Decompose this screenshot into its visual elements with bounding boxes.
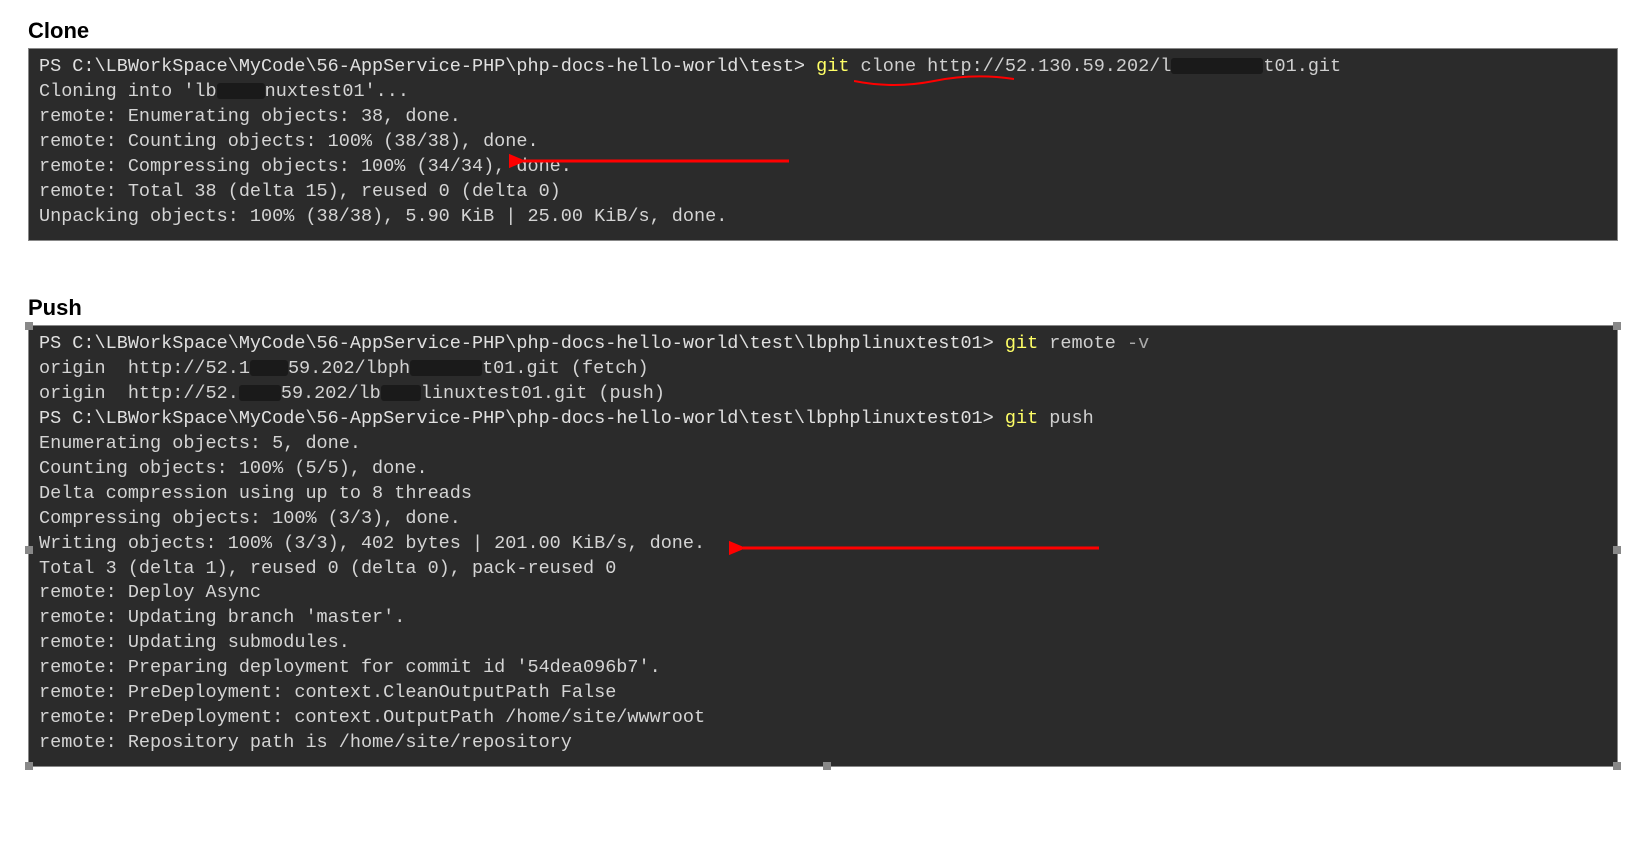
terminal-push: PS C:\LBWorkSpace\MyCode\56-AppService-P… [28,325,1618,767]
redacted-repo2 [381,385,421,401]
push-out-branch: remote: Updating branch 'master'. [39,606,1607,631]
git-keyword: git [1005,408,1038,429]
redacted-repo [410,360,482,376]
push-origin-fetch: origin http://52.159.202/lbpht01.git (fe… [39,357,1607,382]
push-prompt-2: PS C:\LBWorkSpace\MyCode\56-AppService-P… [39,408,1005,429]
selection-handle [1613,322,1621,330]
selection-handle [823,762,831,770]
redacted-folder [217,83,265,99]
push-out-submod: remote: Updating submodules. [39,631,1607,656]
push-out-pre1: remote: PreDeployment: context.CleanOutp… [39,681,1607,706]
git-remote-flag: -v [1127,333,1149,354]
clone-output-unpack: Unpacking objects: 100% (38/38), 5.90 Ki… [39,205,1607,230]
push-out-repo: remote: Repository path is /home/site/re… [39,731,1607,756]
selection-handle [1613,762,1621,770]
selection-handle [25,762,33,770]
section-title-clone: Clone [28,18,1636,44]
redacted-ip [250,360,288,376]
push-command-line: PS C:\LBWorkSpace\MyCode\56-AppService-P… [39,407,1607,432]
push-prompt-1: PS C:\LBWorkSpace\MyCode\56-AppService-P… [39,333,1005,354]
redacted-url-part [1171,58,1263,74]
push-out-writing: Writing objects: 100% (3/3), 402 bytes |… [39,532,1607,557]
clone-output-enum: remote: Enumerating objects: 38, done. [39,105,1607,130]
clone-prompt: PS C:\LBWorkSpace\MyCode\56-AppService-P… [39,56,816,77]
selection-handle [25,322,33,330]
push-out-total: Total 3 (delta 1), reused 0 (delta 0), p… [39,557,1607,582]
git-push-args: push [1038,408,1094,429]
selection-handle [25,546,33,554]
redacted-ip2 [239,385,281,401]
selection-handle [1613,546,1621,554]
section-title-push: Push [28,295,1636,321]
clone-command-line: PS C:\LBWorkSpace\MyCode\56-AppService-P… [39,55,1607,80]
push-out-deploy: remote: Deploy Async [39,581,1607,606]
push-out-pre2: remote: PreDeployment: context.OutputPat… [39,706,1607,731]
push-out-compress: Compressing objects: 100% (3/3), done. [39,507,1607,532]
clone-output-compress: remote: Compressing objects: 100% (34/34… [39,155,1607,180]
git-clone-args: clone http://52.130.59.202/l [849,56,1171,77]
push-out-prep: remote: Preparing deployment for commit … [39,656,1607,681]
clone-output-cloning: Cloning into 'lbnuxtest01'... [39,80,1607,105]
push-out-enum: Enumerating objects: 5, done. [39,432,1607,457]
terminal-clone: PS C:\LBWorkSpace\MyCode\56-AppService-P… [28,48,1618,241]
push-remote-v-line: PS C:\LBWorkSpace\MyCode\56-AppService-P… [39,332,1607,357]
push-out-count: Counting objects: 100% (5/5), done. [39,457,1607,482]
clone-output-count: remote: Counting objects: 100% (38/38), … [39,130,1607,155]
push-out-delta: Delta compression using up to 8 threads [39,482,1607,507]
git-keyword: git [816,56,849,77]
git-remote-args: remote [1038,333,1127,354]
push-origin-push: origin http://52.59.202/lblinuxtest01.gi… [39,382,1607,407]
git-keyword: git [1005,333,1038,354]
git-clone-tail: t01.git [1263,56,1341,77]
clone-output-total: remote: Total 38 (delta 15), reused 0 (d… [39,180,1607,205]
